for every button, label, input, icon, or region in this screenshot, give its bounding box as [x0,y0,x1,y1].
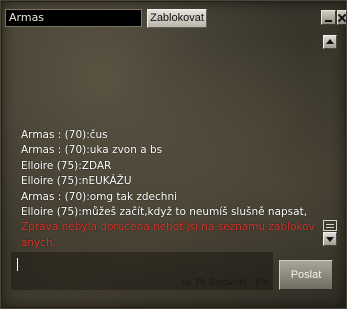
message-input[interactable] [11,252,273,290]
chat-window: Armas Zablokovat Armas : (70):čus Armas :… [0,0,347,309]
minimize-icon [325,20,332,22]
chat-message: Elloire (75):ZDAR [21,159,112,172]
minimize-button[interactable] [321,10,336,25]
chat-message: Armas : (70):čus [21,129,108,141]
block-button[interactable]: Zablokovat [147,9,207,28]
text-caret [17,258,18,271]
recipient-name-field[interactable]: Armas [5,9,142,27]
close-button[interactable] [337,10,347,25]
system-message: Zpráva nebyla doručena neboť jsi na sezn… [21,221,315,249]
scroll-thumb[interactable] [323,220,337,231]
scroll-down-button[interactable] [323,232,337,246]
scroll-up-arrow-icon [326,39,334,44]
send-button[interactable]: Poslat [279,260,333,290]
scroll-down-arrow-icon [326,237,334,242]
scroll-up-button[interactable] [323,35,337,49]
chat-message: Armas : (70):omg tak zdechni [21,190,178,203]
chat-message: Armas : (70):uka zvon a bs [21,144,163,157]
chat-message: Elloire (75):nEUKÁŽU [21,175,132,188]
chat-log: Armas : (70):čus Armas : (70):uka zvon a … [21,128,321,249]
chat-message: Elloire (75):můžeš začít,když to neumíš … [21,206,308,219]
